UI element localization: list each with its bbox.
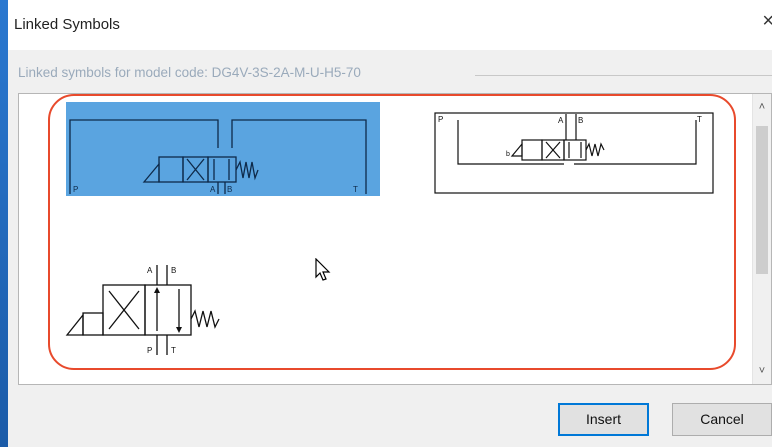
scroll-up-arrow-icon[interactable]: ˄ [753, 98, 771, 116]
port-label-p: P [73, 185, 78, 194]
port-label-p: P [147, 346, 152, 355]
port-label-p: P [438, 115, 443, 124]
background-window-edge [0, 0, 8, 447]
port-label-a: A [210, 185, 216, 194]
valve-symbol-2-drawing: P A B T b [434, 112, 714, 194]
port-label-a: A [147, 266, 153, 275]
scroll-thumb[interactable] [756, 126, 768, 274]
port-label-a: A [558, 116, 564, 125]
port-label-t: T [353, 185, 358, 194]
port-label-t: T [171, 346, 176, 355]
symbol-item-3[interactable]: A B P T [61, 259, 231, 361]
cancel-button[interactable]: Cancel [672, 403, 772, 436]
symbol-item-2[interactable]: P A B T b [434, 112, 714, 194]
dialog-title: Linked Symbols [14, 16, 120, 33]
port-label-b: B [227, 185, 232, 194]
group-divider [475, 75, 772, 76]
symbol-item-1[interactable]: P A B T [66, 102, 380, 196]
vertical-scrollbar[interactable]: ˄ ˅ [752, 94, 771, 384]
scroll-down-arrow-icon[interactable]: ˅ [753, 362, 771, 380]
mouse-pointer-icon [315, 257, 331, 287]
port-label-t: T [697, 115, 702, 124]
symbols-listbox[interactable]: P A B T P A B T b A B P T ˄ ˅ [18, 93, 772, 385]
port-label-b: B [578, 116, 583, 125]
port-label-b: B [171, 266, 176, 275]
valve-symbol-1-drawing: P A B T [66, 102, 380, 196]
group-label: Linked symbols for model code: DG4V-3S-2… [18, 65, 361, 80]
port-label-b-solenoid: b [506, 151, 510, 158]
close-button[interactable]: × [756, 10, 772, 36]
insert-button[interactable]: Insert [558, 403, 649, 436]
valve-symbol-3-drawing: A B P T [65, 265, 220, 355]
title-bar: Linked Symbols × [8, 0, 772, 50]
linked-symbols-dialog: Linked Symbols × Linked symbols for mode… [8, 0, 772, 447]
